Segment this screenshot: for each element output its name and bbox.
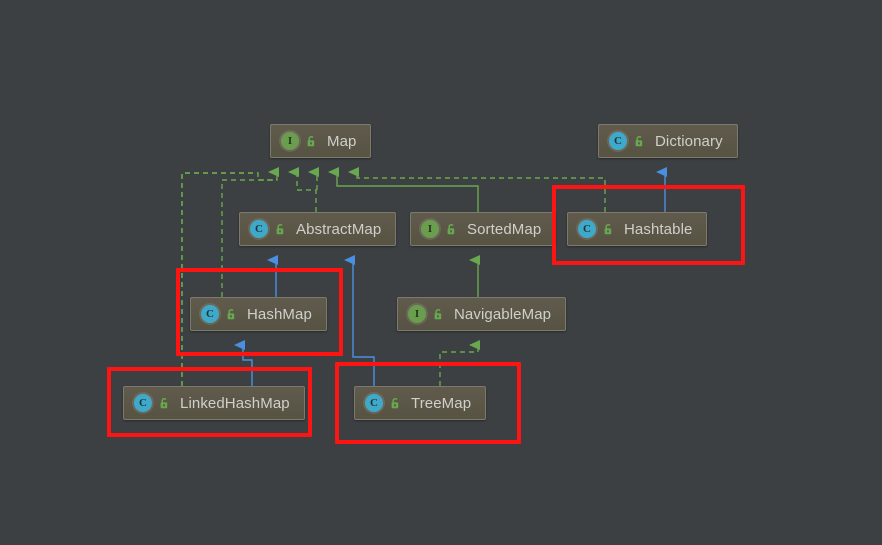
unlocked-padlock-icon <box>299 135 318 148</box>
class-node-dictionary[interactable]: C Dictionary <box>598 124 738 158</box>
class-node-label: Map <box>327 132 357 150</box>
edge-abstractmap-implements-map <box>288 167 317 212</box>
class-node-abstractmap[interactable]: C AbstractMap <box>239 212 397 246</box>
unlocked-padlock-icon <box>426 308 445 321</box>
edge-sortedmap-extends-map <box>328 167 479 212</box>
annot-hashmap <box>176 268 343 356</box>
class-node-label: NavigableMap <box>454 305 552 323</box>
unlocked-padlock-icon <box>627 135 646 148</box>
interface-icon: I <box>281 132 299 150</box>
annot-hashtable <box>552 185 745 265</box>
class-node-sortedmap[interactable]: I SortedMap <box>410 212 557 246</box>
class-icon: C <box>250 220 268 238</box>
annot-treemap <box>335 362 521 444</box>
class-node-label: AbstractMap <box>296 220 382 238</box>
class-diagram-canvas <box>0 0 882 545</box>
class-node-navigablemap[interactable]: I NavigableMap <box>397 297 567 331</box>
interface-icon: I <box>421 220 439 238</box>
unlocked-padlock-icon <box>439 223 458 236</box>
class-icon: C <box>609 132 627 150</box>
class-node-map[interactable]: I Map <box>270 124 372 158</box>
annot-linkedhashmap <box>107 367 312 437</box>
class-node-label: SortedMap <box>467 220 542 238</box>
edge-layer <box>181 167 667 386</box>
interface-icon: I <box>408 305 426 323</box>
class-node-label: Dictionary <box>655 132 723 150</box>
unlocked-padlock-icon <box>268 223 287 236</box>
